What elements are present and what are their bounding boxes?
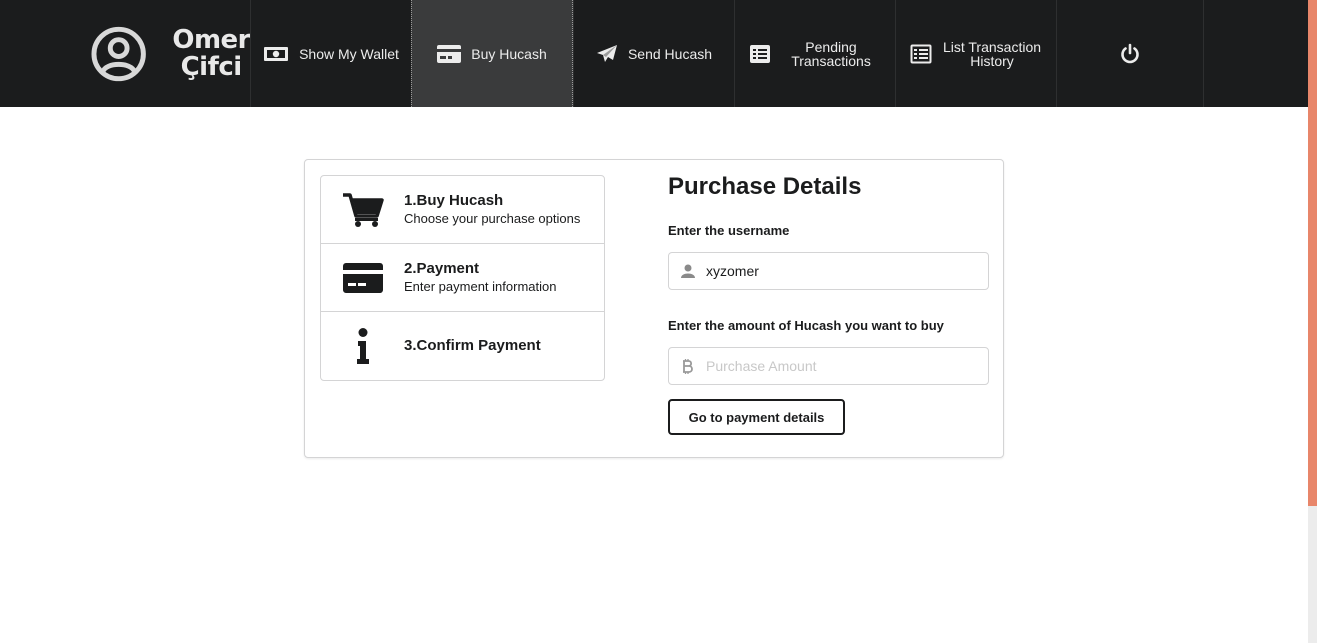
nav-show-wallet[interactable]: Show My Wallet <box>250 0 411 107</box>
step-payment: 2.Payment Enter payment information <box>321 244 604 312</box>
credit-card-icon <box>437 44 462 63</box>
nav-send-hucash[interactable]: Send Hucash <box>573 0 734 107</box>
amount-input[interactable] <box>706 358 976 374</box>
step-title: 2.Payment <box>404 260 480 277</box>
credit-card-icon <box>321 262 404 293</box>
nav-buy-hucash-label: Buy Hucash <box>471 45 547 62</box>
step-confirm-payment: 3.Confirm Payment <box>321 312 604 380</box>
amount-label: Enter the amount of Hucash you want to b… <box>668 318 944 333</box>
page-scrollbar[interactable] <box>1308 0 1317 643</box>
money-bill-icon <box>263 45 289 63</box>
nav-buy-hucash[interactable]: Buy Hucash <box>411 0 573 107</box>
purchase-form: Purchase Details Enter the username Ente… <box>668 172 990 435</box>
username-label: Enter the username <box>668 223 790 238</box>
purchase-steps: 1.Buy Hucash Choose your purchase option… <box>320 175 605 381</box>
nav-pending-transactions[interactable]: Pending Transactions <box>734 0 895 107</box>
bitcoin-icon <box>669 358 706 374</box>
logout-button[interactable] <box>1056 0 1204 107</box>
list-icon <box>910 44 932 64</box>
step-title: 1.Buy Hucash <box>404 192 504 209</box>
power-icon <box>1121 43 1139 63</box>
step-buy-hucash: 1.Buy Hucash Choose your purchase option… <box>321 176 604 244</box>
user-circle-icon <box>91 26 146 81</box>
amount-field[interactable] <box>668 347 989 385</box>
username-field[interactable] <box>668 252 989 290</box>
user-icon <box>669 264 706 278</box>
user-first-name: Omer <box>172 24 250 55</box>
nav-list-transaction-history-label: List Transaction History <box>942 38 1042 69</box>
go-to-payment-button[interactable]: Go to payment details <box>668 399 845 435</box>
nav-show-wallet-label: Show My Wallet <box>299 45 399 62</box>
info-icon <box>321 328 404 364</box>
list-icon <box>749 44 771 64</box>
nav-send-hucash-label: Send Hucash <box>627 45 713 62</box>
step-title: 3.Confirm Payment <box>404 337 541 354</box>
step-description: Enter payment information <box>404 279 557 294</box>
username-input[interactable] <box>706 263 976 279</box>
step-description: Choose your purchase options <box>404 211 581 226</box>
purchase-card: 1.Buy Hucash Choose your purchase option… <box>304 159 1004 458</box>
top-navbar: Omer Çifci Show My Wallet Buy Hucash Sen… <box>0 0 1308 107</box>
user-profile: Omer Çifci <box>0 0 250 107</box>
user-last-name: Çifci <box>180 51 243 82</box>
scrollbar-thumb[interactable] <box>1308 0 1317 506</box>
user-name: Omer Çifci <box>172 24 250 82</box>
paper-plane-icon <box>596 44 618 64</box>
shopping-cart-icon <box>321 192 404 228</box>
nav-pending-transactions-label: Pending Transactions <box>791 38 871 69</box>
nav-list-transaction-history[interactable]: List Transaction History <box>895 0 1056 107</box>
form-title: Purchase Details <box>668 173 862 200</box>
